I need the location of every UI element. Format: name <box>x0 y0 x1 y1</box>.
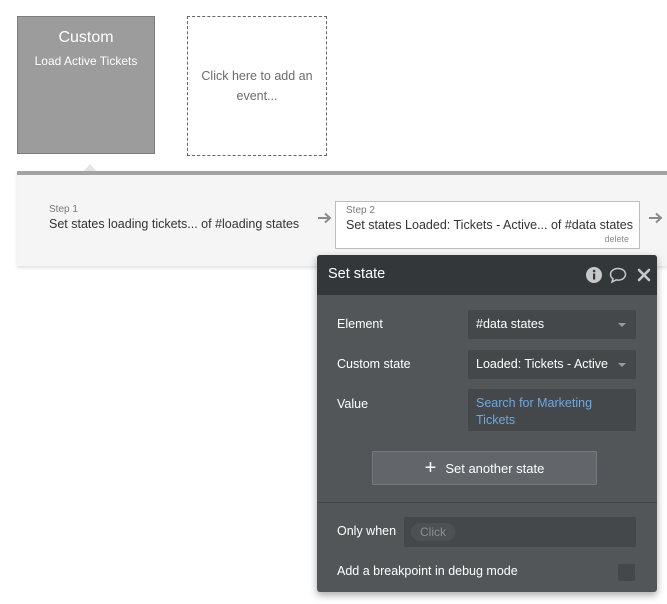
arrow-right-icon <box>318 212 332 224</box>
add-event-text: Click here to add an event... <box>201 69 313 103</box>
custom-state-dropdown[interactable]: Loaded: Tickets - Active <box>468 350 636 379</box>
breakpoint-label: Add a breakpoint in debug mode <box>337 564 518 578</box>
breakpoint-checkbox[interactable] <box>618 564 635 581</box>
only-when-label: Only when <box>337 524 397 538</box>
set-state-panel: Set state Element #data states Custom st… <box>317 255 657 592</box>
step-2[interactable]: Step 2 Set states Loaded: Tickets - Acti… <box>335 201 640 249</box>
event-subtitle: Load Active Tickets <box>34 54 138 68</box>
workflow-steps-strip: Step 1 Set states loading tickets... of … <box>17 171 667 266</box>
only-when-input[interactable]: Click <box>404 517 636 547</box>
event-title: Custom <box>58 29 114 46</box>
element-value: #data states <box>476 317 545 331</box>
info-icon[interactable] <box>585 266 603 284</box>
add-event-placeholder[interactable]: Click here to add an event... <box>187 16 327 156</box>
set-another-state-label: Set another state <box>445 460 545 476</box>
panel-divider <box>317 502 657 503</box>
comment-icon[interactable] <box>609 266 627 284</box>
step-number: Step 1 <box>49 204 78 215</box>
arrow-right-icon <box>649 212 663 224</box>
element-dropdown[interactable]: #data states <box>468 310 636 339</box>
value-expression-text[interactable]: Search for Marketing Tickets <box>476 396 592 427</box>
custom-state-label: Custom state <box>337 357 411 371</box>
panel-title: Set state <box>328 266 386 282</box>
value-label: Value <box>337 397 369 411</box>
workflow-editor: Custom Load Active Tickets Click here to… <box>0 0 667 604</box>
plus-icon: + <box>424 457 437 479</box>
chevron-down-icon <box>618 323 626 327</box>
chevron-down-icon <box>618 363 626 367</box>
set-another-state-button[interactable]: + Set another state <box>372 451 597 485</box>
only-when-click-placeholder[interactable]: Click <box>411 523 455 541</box>
delete-step-link[interactable]: delete <box>604 234 629 244</box>
step-number: Step 2 <box>346 205 375 216</box>
custom-state-value: Loaded: Tickets - Active <box>476 357 609 371</box>
value-expression-field[interactable]: Search for Marketing Tickets <box>468 389 636 431</box>
step-description: Set states loading tickets... of #loadin… <box>49 217 300 231</box>
event-card-custom[interactable]: Custom Load Active Tickets <box>17 16 155 154</box>
panel-header: Set state <box>317 255 657 295</box>
step-description: Set states Loaded: Tickets - Active... o… <box>346 218 633 232</box>
element-label: Element <box>337 317 383 331</box>
step-1[interactable]: Step 1 Set states loading tickets... of … <box>49 201 299 249</box>
close-icon[interactable] <box>635 266 653 284</box>
